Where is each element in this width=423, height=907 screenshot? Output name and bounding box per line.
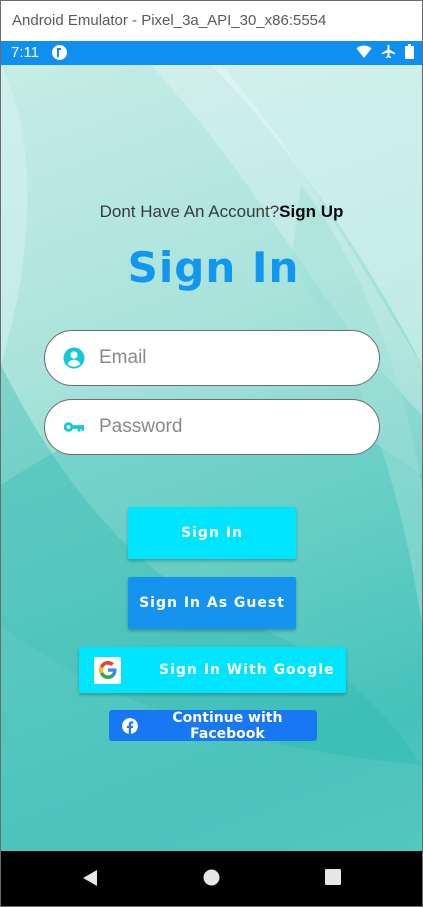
app-notification-icon (52, 45, 67, 60)
battery-icon (405, 44, 414, 59)
sign-in-button[interactable]: Sign In (128, 507, 296, 559)
password-input[interactable] (97, 415, 351, 439)
google-logo-icon (94, 656, 121, 684)
sign-in-screen: Dont Have An Account?Sign Up Sign In Ema… (1, 65, 422, 851)
wifi-icon (356, 45, 372, 58)
password-field[interactable] (44, 399, 380, 455)
person-circle-icon (63, 347, 85, 369)
email-input[interactable] (97, 346, 351, 370)
back-icon[interactable] (82, 869, 98, 887)
emulator-window: Android Emulator - Pixel_3a_API_30_x86:5… (0, 0, 423, 907)
sign-in-with-google-button[interactable]: Sign In With Google (79, 647, 346, 693)
continue-with-facebook-button[interactable]: Continue with Facebook (109, 709, 317, 742)
window-title: Android Emulator - Pixel_3a_API_30_x86:5… (1, 1, 422, 41)
sign-in-as-guest-button[interactable]: Sign In As Guest (128, 577, 296, 629)
facebook-button-label: Continue with Facebook (172, 709, 283, 742)
status-icons (356, 44, 414, 59)
sign-up-link[interactable]: Sign Up (279, 202, 343, 221)
facebook-logo-icon (122, 717, 138, 734)
home-icon[interactable] (203, 869, 220, 886)
recents-icon[interactable] (325, 869, 341, 885)
airplane-mode-icon (381, 44, 396, 59)
status-bar: 7:11 (1, 41, 422, 65)
signup-prompt-text: Dont Have An Account? (99, 202, 280, 221)
signup-prompt-row: Dont Have An Account?Sign Up (1, 202, 422, 222)
page-title: Sign In (127, 243, 300, 292)
key-icon (63, 416, 85, 438)
email-field[interactable] (44, 330, 380, 386)
google-button-label: Sign In With Google (159, 662, 335, 678)
navigation-bar (1, 851, 422, 906)
status-time: 7:11 (11, 44, 40, 61)
